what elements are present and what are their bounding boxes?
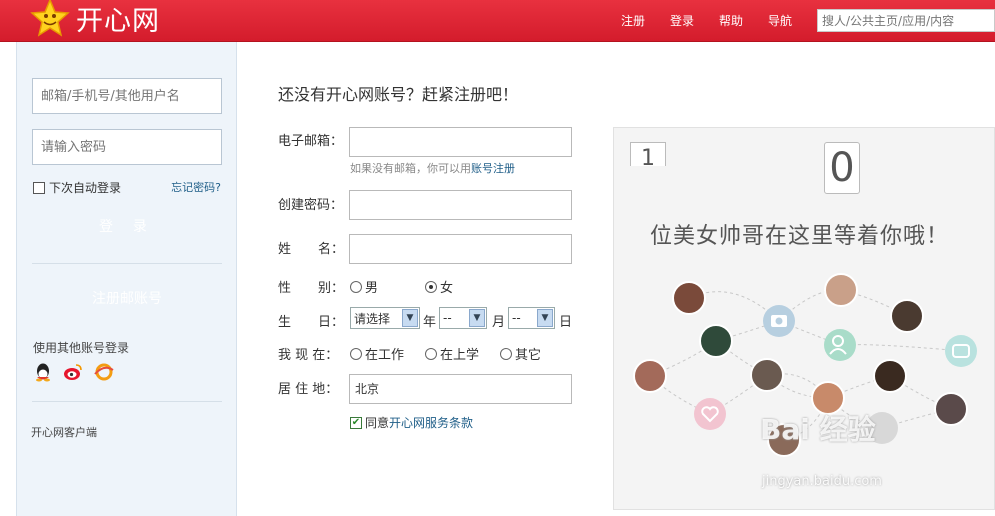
qq-icon[interactable] [33, 362, 53, 382]
birthday-label-2: 日： [318, 315, 345, 330]
birth-month-value: -- [443, 311, 452, 325]
name-label-2: 名： [318, 242, 345, 257]
gender-male-radio[interactable]: 男 [350, 277, 378, 296]
status-work-label: 在工作 [365, 348, 405, 363]
email-field[interactable] [349, 127, 572, 157]
name-field[interactable] [349, 234, 572, 264]
email-label: 电子邮箱： [278, 134, 344, 149]
nav-register[interactable]: 注册 [621, 12, 645, 29]
birth-day-select[interactable]: -- ▼ [508, 307, 555, 329]
promo-panel: 1 0 位美女帅哥在这里等着你哦！ [613, 127, 995, 510]
avatar [699, 324, 733, 358]
avatar [890, 299, 924, 333]
radio-dot[interactable] [425, 347, 437, 360]
watermark-url: jingyan.baidu.com [762, 474, 882, 489]
avatar-network [633, 273, 977, 457]
status-work-radio[interactable]: 在工作 [350, 344, 404, 363]
status-school-label: 在上学 [440, 348, 480, 363]
divider [32, 263, 222, 264]
year-unit: 年 [423, 315, 437, 330]
gender-female-label: 女 [440, 281, 454, 296]
radio-dot[interactable] [350, 347, 362, 360]
register-title: 还没有开心网账号？赶紧注册吧！ [278, 85, 519, 104]
month-unit: 月 [492, 315, 506, 330]
logo-text: 开心网 [76, 5, 160, 37]
status-other-radio[interactable]: 其它 [500, 344, 541, 363]
avatar [873, 359, 907, 393]
create-password-field[interactable] [349, 190, 572, 220]
avatar [824, 273, 858, 307]
birthday-label-1: 生 [278, 315, 292, 330]
name-label-1: 姓 [278, 242, 292, 257]
email-hint-text: 如果没有邮箱，你可以用 [350, 162, 471, 175]
check-icon[interactable]: ✔ [350, 416, 362, 429]
avatar [672, 281, 706, 315]
birth-month-select[interactable]: -- ▼ [439, 307, 487, 329]
watermark: Bai 经验 [760, 413, 876, 446]
chevron-down-icon[interactable]: ▼ [402, 309, 418, 327]
forgot-password-link[interactable]: 忘记密码? [171, 179, 221, 195]
radio-dot[interactable] [350, 280, 362, 293]
radio-dot[interactable] [500, 347, 512, 360]
email-hint: 如果没有邮箱，你可以用账号注册 [350, 160, 515, 176]
avatar [633, 359, 667, 393]
heart-icon [694, 398, 726, 430]
weibo-icon[interactable] [63, 362, 83, 382]
nav-navigation[interactable]: 导航 [768, 12, 792, 29]
avatar [934, 392, 968, 426]
login-button[interactable]: 登 录 [32, 209, 222, 243]
gender-male-label: 男 [365, 281, 379, 296]
chevron-down-icon[interactable]: ▼ [537, 309, 553, 327]
gender-female-radio[interactable]: 女 [425, 277, 453, 296]
agree-label: 同意 [365, 416, 390, 430]
star-logo-icon [30, 0, 70, 37]
avatar [750, 358, 784, 392]
remember-label: 下次自动登录 [49, 181, 122, 195]
terms-link[interactable]: 开心网服务条款 [389, 414, 473, 431]
username-input[interactable] [32, 78, 222, 114]
chevron-down-icon[interactable]: ▼ [469, 309, 485, 327]
login-panel: 下次自动登录 忘记密码? 登 录 注册邮账号 使用其他账号登录 开心网客户端 [16, 42, 237, 516]
residence-label: 居 住 地： [278, 382, 339, 397]
status-school-radio[interactable]: 在上学 [425, 344, 479, 363]
message-icon [945, 335, 977, 367]
other-login-label: 使用其他账号登录 [33, 341, 130, 355]
client-download-link[interactable]: 开心网客户端 [31, 424, 97, 440]
birth-day-value: -- [512, 311, 521, 325]
top-bar: 开心网 注册 登录 帮助 导航 [0, 0, 995, 42]
agree-terms[interactable]: ✔ 同意 开心网服务条款 [350, 414, 473, 431]
password-label: 创建密码： [278, 198, 344, 213]
gender-label-1: 性 [278, 281, 292, 296]
register-mail-button[interactable]: 注册邮账号 [32, 284, 222, 314]
gender-label-2: 别： [318, 281, 345, 296]
status-other-label: 其它 [515, 348, 542, 363]
account-register-link[interactable]: 账号注册 [471, 162, 515, 175]
birth-year-value: 请选择 [354, 311, 391, 326]
status-label: 我 现 在： [278, 348, 339, 363]
residence-field[interactable]: 北京 [349, 374, 572, 404]
nav-login[interactable]: 登录 [670, 12, 694, 29]
remember-me[interactable]: 下次自动登录 [33, 179, 121, 196]
social-login-icons [33, 362, 115, 382]
top-nav: 注册 登录 帮助 导航 [621, 9, 995, 32]
logo[interactable]: 开心网 [30, 0, 160, 38]
nav-help[interactable]: 帮助 [719, 12, 743, 29]
birth-year-select[interactable]: 请选择 ▼ [350, 307, 420, 329]
divider [32, 401, 222, 402]
remember-checkbox[interactable] [33, 181, 45, 194]
sohu-icon[interactable] [93, 362, 115, 382]
day-unit: 日 [559, 315, 573, 330]
radio-dot[interactable] [425, 280, 437, 293]
search-input[interactable] [817, 9, 995, 32]
password-input[interactable] [32, 129, 222, 165]
